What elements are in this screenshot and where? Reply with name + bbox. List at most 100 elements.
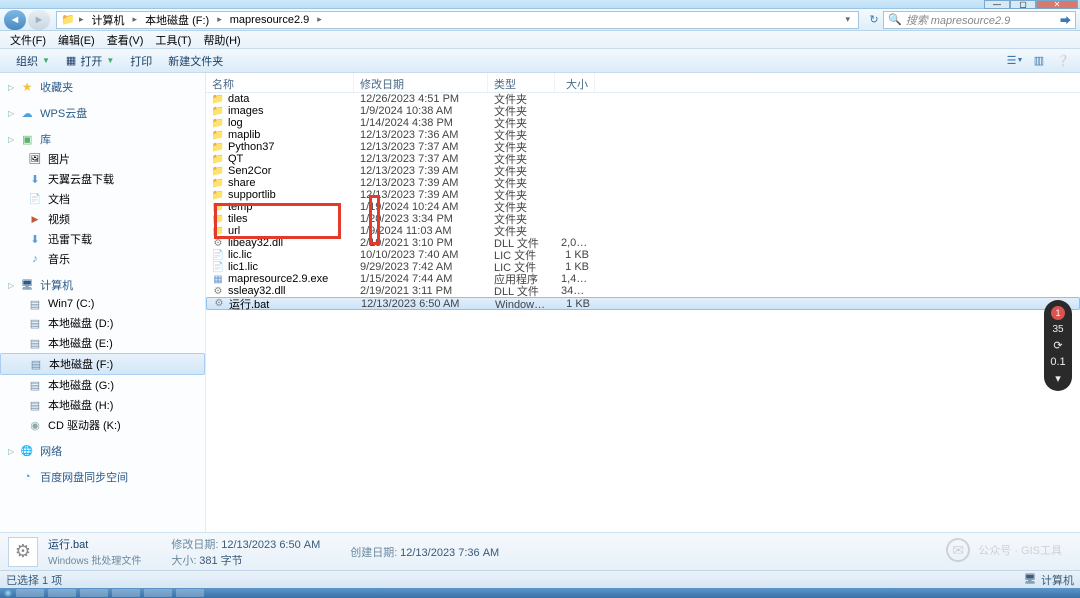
breadcrumb-segment[interactable]: mapresource2.9 <box>226 14 314 26</box>
search-input[interactable]: 🔍 搜索 mapresource2.9 ⮕ <box>883 11 1076 29</box>
sidebar-item-drive[interactable]: 本地磁盘 (G:) <box>0 375 205 395</box>
breadcrumb-segment[interactable]: 计算机 <box>88 12 129 28</box>
search-go-icon[interactable]: ⮕ <box>1060 12 1071 28</box>
floating-widget[interactable]: 1 35 ⟳ 0.1 ▾ <box>1044 300 1072 391</box>
back-button[interactable]: ◄ <box>4 10 26 30</box>
file-row[interactable]: tiles 1/20/2023 3:34 PM 文件夹 <box>206 213 1080 225</box>
file-date: 12/13/2023 7:39 AM <box>354 165 488 177</box>
breadcrumb[interactable]: 📁 ▸ 计算机 ▸ 本地磁盘 (F:) ▸ mapresource2.9 ▸ ▾ <box>56 11 859 29</box>
sidebar-item[interactable]: 天翼云盘下载 <box>0 169 205 189</box>
sidebar-item-label: Win7 (C:) <box>48 298 94 310</box>
maximize-button[interactable]: ▢ <box>1010 0 1036 9</box>
file-date: 1/14/2024 4:38 PM <box>354 117 488 129</box>
close-button[interactable]: ✕ <box>1036 0 1078 9</box>
sidebar-item-drive[interactable]: 本地磁盘 (H:) <box>0 395 205 415</box>
breadcrumb-segment[interactable]: 本地磁盘 (F:) <box>141 12 213 28</box>
file-row[interactable]: url 1/9/2024 11:03 AM 文件夹 <box>206 225 1080 237</box>
sidebar-item-label: 本地磁盘 (H:) <box>48 397 113 413</box>
taskbar-item[interactable] <box>112 589 140 597</box>
folder-icon <box>212 93 224 105</box>
sidebar-baidu[interactable]: ▷百度网盘同步空间 <box>0 467 205 487</box>
file-size: 2,051 KB <box>555 237 595 249</box>
file-row[interactable]: log 1/14/2024 4:38 PM 文件夹 <box>206 117 1080 129</box>
open-button[interactable]: ▦打开▼ <box>58 53 122 69</box>
expand-icon: ▷ <box>8 135 14 144</box>
file-row[interactable]: share 12/13/2023 7:39 AM 文件夹 <box>206 177 1080 189</box>
menu-edit[interactable]: 编辑(E) <box>52 32 101 48</box>
sidebar-item[interactable]: 音乐 <box>0 249 205 269</box>
taskbar-item[interactable] <box>176 589 204 597</box>
taskbar-item[interactable] <box>16 589 44 597</box>
file-row[interactable]: data 12/26/2023 4:51 PM 文件夹 <box>206 93 1080 105</box>
sidebar-network[interactable]: ▷网络 <box>0 441 205 461</box>
organize-button[interactable]: 组织▼ <box>8 53 58 69</box>
sidebar-computer[interactable]: ▷计算机 <box>0 275 205 295</box>
toolbar: 组织▼ ▦打开▼ 打印 新建文件夹 ☰ ▼ ▥ ❔ <box>0 49 1080 73</box>
sidebar-item[interactable]: 文档 <box>0 189 205 209</box>
folder-icon <box>212 177 224 189</box>
folder-icon <box>212 117 224 129</box>
column-date[interactable]: 修改日期 <box>354 73 488 92</box>
minimize-button[interactable]: ― <box>984 0 1010 9</box>
file-name: images <box>228 105 263 117</box>
widget-icon[interactable]: ⟳ <box>1053 339 1062 352</box>
taskbar-item[interactable] <box>144 589 172 597</box>
file-row[interactable]: QT 12/13/2023 7:37 AM 文件夹 <box>206 153 1080 165</box>
file-row[interactable]: lic1.lic 9/29/2023 7:42 AM LIC 文件 1 KB <box>206 261 1080 273</box>
chevron-right-icon[interactable]: ▸ <box>129 14 142 25</box>
sidebar-item-drive[interactable]: 本地磁盘 (D:) <box>0 313 205 333</box>
view-options-button[interactable]: ☰ ▼ <box>1006 52 1024 70</box>
widget-expand-icon[interactable]: ▾ <box>1055 372 1061 385</box>
preview-pane-button[interactable]: ▥ <box>1030 52 1048 70</box>
menu-file[interactable]: 文件(F) <box>4 32 52 48</box>
sidebar-item[interactable]: 图片 <box>0 149 205 169</box>
print-button[interactable]: 打印 <box>122 53 160 69</box>
folder-icon <box>212 129 224 141</box>
file-row[interactable]: lic.lic 10/10/2023 7:40 AM LIC 文件 1 KB <box>206 249 1080 261</box>
file-row[interactable]: temp 1/19/2024 10:24 AM 文件夹 <box>206 201 1080 213</box>
widget-badge[interactable]: 1 <box>1051 306 1065 320</box>
file-row[interactable]: Python37 12/13/2023 7:37 AM 文件夹 <box>206 141 1080 153</box>
column-name[interactable]: 名称 <box>206 73 354 92</box>
file-row[interactable]: 运行.bat 12/13/2023 6:50 AM Windows 批处理...… <box>206 297 1080 310</box>
expand-icon: ▷ <box>8 109 14 118</box>
chevron-right-icon[interactable]: ▸ <box>75 14 88 25</box>
file-name: lic.lic <box>228 249 252 261</box>
file-type: Windows 批处理... <box>489 296 556 312</box>
pic-icon <box>28 152 42 166</box>
taskbar-item[interactable] <box>48 589 76 597</box>
file-row[interactable]: maplib 12/13/2023 7:36 AM 文件夹 <box>206 129 1080 141</box>
folder-icon <box>212 153 224 165</box>
help-button[interactable]: ❔ <box>1054 52 1072 70</box>
sidebar-item-drive[interactable]: 本地磁盘 (F:) <box>0 353 205 375</box>
sidebar-item[interactable]: 迅雷下载 <box>0 229 205 249</box>
forward-button[interactable]: ► <box>28 10 50 30</box>
file-row[interactable]: images 1/9/2024 10:38 AM 文件夹 <box>206 105 1080 117</box>
file-row[interactable]: supportlib 12/13/2023 7:39 AM 文件夹 <box>206 189 1080 201</box>
file-row[interactable]: Sen2Cor 12/13/2023 7:39 AM 文件夹 <box>206 165 1080 177</box>
menu-help[interactable]: 帮助(H) <box>197 32 246 48</box>
sidebar-libraries[interactable]: ▷库 <box>0 129 205 149</box>
folder-icon: 📁 <box>61 13 75 27</box>
refresh-button[interactable]: ↻ <box>865 13 883 26</box>
sidebar-item-drive[interactable]: Win7 (C:) <box>0 295 205 313</box>
sidebar-item[interactable]: 视频 <box>0 209 205 229</box>
menu-tools[interactable]: 工具(T) <box>149 32 197 48</box>
start-button[interactable] <box>4 589 12 597</box>
file-list[interactable]: data 12/26/2023 4:51 PM 文件夹 images 1/9/2… <box>206 93 1080 310</box>
file-row[interactable]: libeay32.dll 2/19/2021 3:10 PM DLL 文件 2,… <box>206 237 1080 249</box>
taskbar-item[interactable] <box>80 589 108 597</box>
new-folder-button[interactable]: 新建文件夹 <box>160 53 231 69</box>
file-date: 12/13/2023 7:37 AM <box>354 153 488 165</box>
menu-view[interactable]: 查看(V) <box>101 32 150 48</box>
sidebar-wps[interactable]: ▷WPS云盘 <box>0 103 205 123</box>
column-size[interactable]: 大小 <box>555 73 595 92</box>
sidebar-favorites[interactable]: ▷收藏夹 <box>0 77 205 97</box>
column-type[interactable]: 类型 <box>488 73 555 92</box>
sidebar-item-drive[interactable]: CD 驱动器 (K:) <box>0 415 205 435</box>
chevron-right-icon[interactable]: ▸ <box>313 14 326 25</box>
dropdown-icon[interactable]: ▾ <box>841 14 854 25</box>
chevron-right-icon[interactable]: ▸ <box>213 14 226 25</box>
sidebar-item-drive[interactable]: 本地磁盘 (E:) <box>0 333 205 353</box>
file-row[interactable]: mapresource2.9.exe 1/15/2024 7:44 AM 应用程… <box>206 273 1080 285</box>
